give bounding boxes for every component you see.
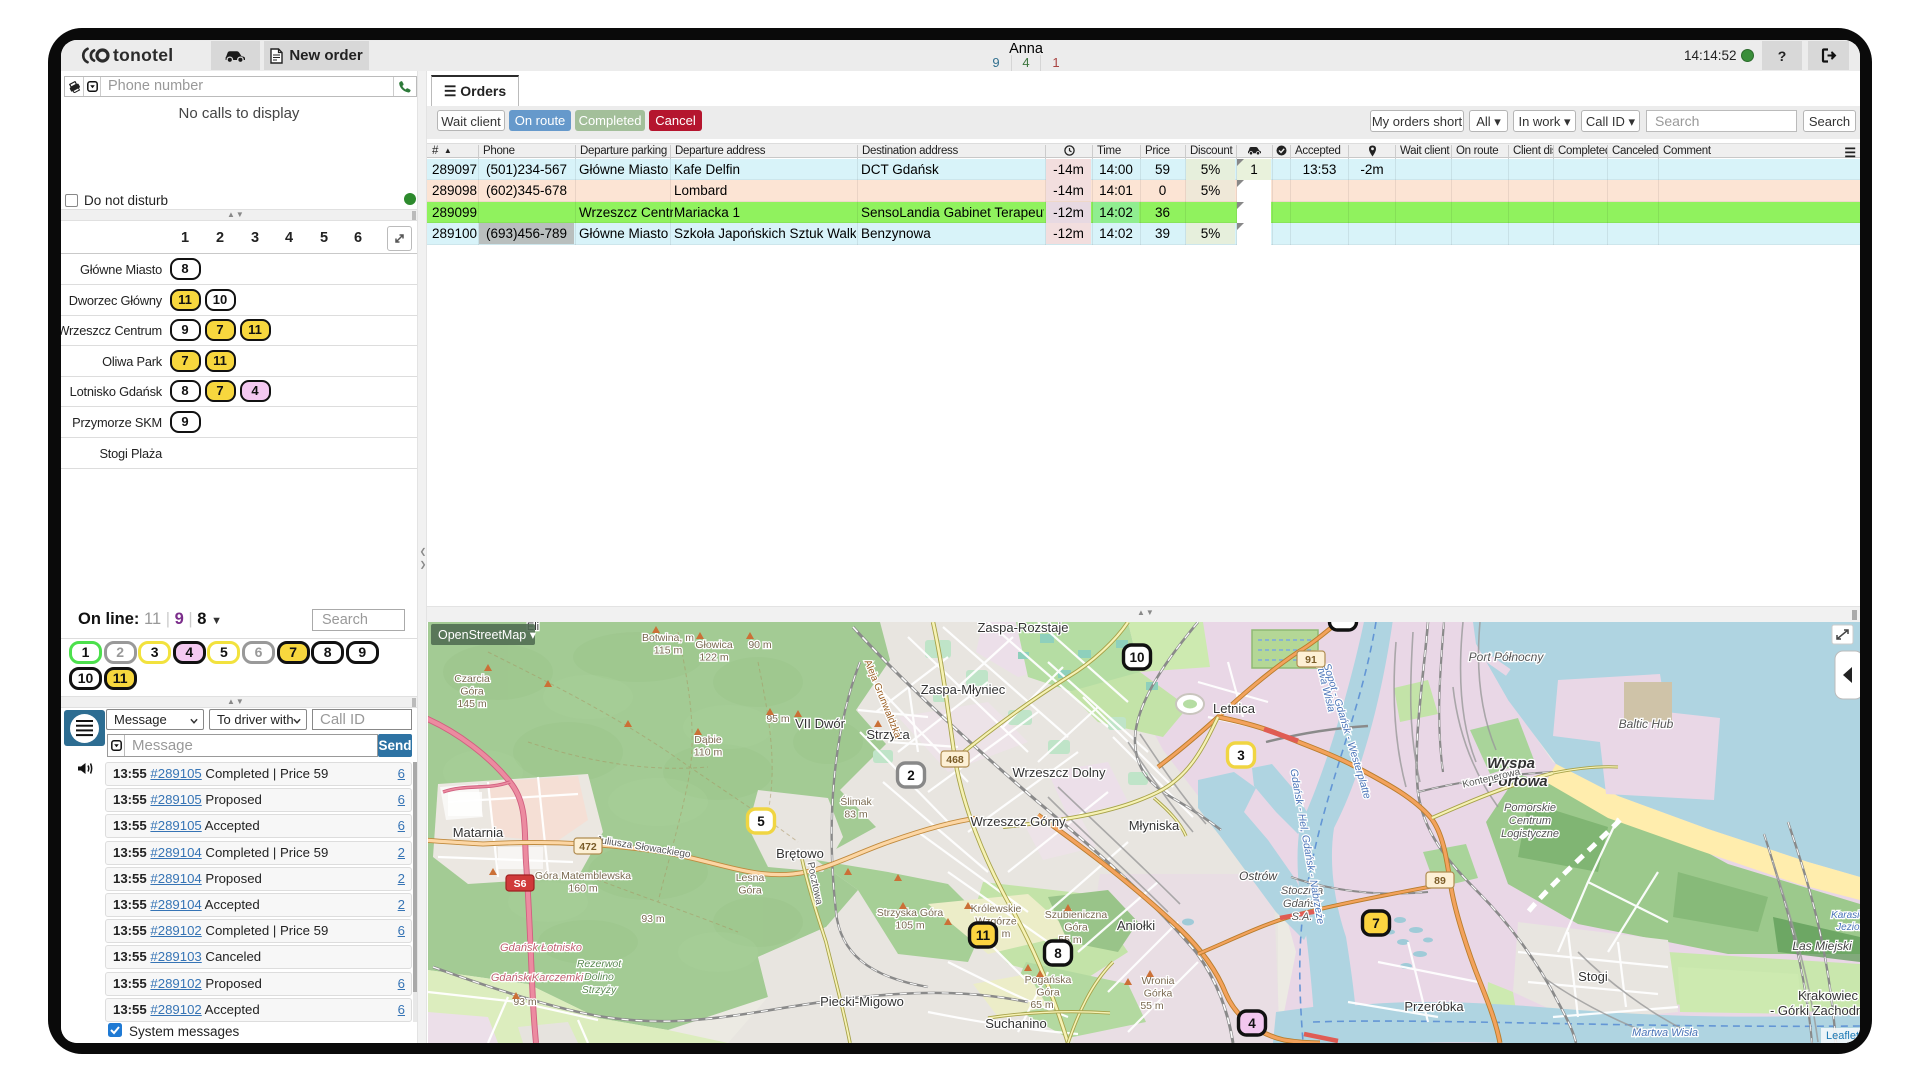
svg-text:Piecki-Migowo: Piecki-Migowo — [820, 994, 904, 1009]
svg-text:Ostrów: Ostrów — [1239, 869, 1278, 883]
svg-text:90 m: 90 m — [748, 639, 772, 651]
svg-text:Dolino: Dolino — [584, 971, 614, 983]
svg-text:105 m: 105 m — [895, 920, 924, 932]
svg-text:Ślimak: Ślimak — [840, 795, 872, 808]
svg-text:Góra: Góra — [460, 686, 484, 698]
svg-text:160 m: 160 m — [568, 883, 597, 895]
svg-text:Martwa Wisła: Martwa Wisła — [1632, 1027, 1698, 1039]
svg-text:10: 10 — [1129, 650, 1144, 665]
svg-text:Suchanino: Suchanino — [985, 1016, 1046, 1031]
svg-text:93 m: 93 m — [641, 913, 665, 925]
svg-text:Krakowiec: Krakowiec — [1798, 988, 1858, 1003]
svg-text:Baltic Hub: Baltic Hub — [1619, 717, 1674, 731]
svg-text:Karasio: Karasio — [1831, 910, 1860, 921]
svg-text:2: 2 — [907, 768, 915, 783]
svg-text:Gdańsk Karczemki: Gdańsk Karczemki — [491, 972, 584, 984]
svg-text:83 m: 83 m — [844, 809, 868, 821]
svg-text:Góra: Góra — [738, 885, 762, 897]
svg-text:115 m: 115 m — [654, 645, 683, 657]
svg-text:55 m: 55 m — [1140, 1000, 1164, 1012]
svg-text:Lesna: Lesna — [736, 872, 765, 884]
svg-text:Jeziork: Jeziork — [1835, 922, 1860, 933]
svg-text:S6: S6 — [514, 878, 527, 890]
svg-text:Brętowo: Brętowo — [776, 846, 824, 861]
svg-text:Góra: Góra — [1036, 987, 1060, 999]
svg-text:5: 5 — [757, 814, 765, 829]
svg-text:Wrzeszcz Górny: Wrzeszcz Górny — [970, 814, 1066, 829]
svg-text:91: 91 — [1305, 654, 1317, 666]
svg-text:Matarnia: Matarnia — [453, 825, 504, 840]
svg-text:11: 11 — [976, 928, 991, 943]
svg-text:Wrzeszcz Dolny: Wrzeszcz Dolny — [1013, 765, 1106, 780]
svg-text:145 m: 145 m — [457, 698, 486, 710]
svg-text:Gdańsk Łotnisko: Gdańsk Łotnisko — [500, 942, 582, 954]
svg-text:Port Północny: Port Północny — [1469, 650, 1545, 664]
svg-text:122 m: 122 m — [699, 652, 728, 664]
svg-text:- Górki Zachodni: - Górki Zachodni — [1770, 1003, 1860, 1018]
svg-text:Czarcia: Czarcia — [454, 673, 490, 685]
svg-text:Góra Matemblewska: Góra Matemblewska — [535, 870, 631, 882]
svg-text:Leaflet: Leaflet — [1826, 1030, 1859, 1042]
svg-text:VII Dwór: VII Dwór — [795, 716, 846, 731]
svg-text:S.A.: S.A. — [1292, 911, 1313, 923]
svg-text:Góra: Góra — [1064, 922, 1088, 934]
svg-text:Pomorskie: Pomorskie — [1504, 802, 1556, 814]
svg-text:Strzyży: Strzyży — [582, 984, 617, 996]
svg-text:8: 8 — [1054, 946, 1062, 961]
svg-text:Stogi: Stogi — [1578, 969, 1608, 984]
svg-text:OpenStreetMap ▾: OpenStreetMap ▾ — [438, 628, 537, 642]
svg-text:472: 472 — [579, 841, 597, 853]
svg-text:Zaspa-Rozstaje: Zaspa-Rozstaje — [977, 622, 1068, 635]
svg-text:Przeróbka: Przeróbka — [1404, 999, 1464, 1014]
svg-text:110 m: 110 m — [694, 747, 723, 759]
svg-text:Strzyska Góra: Strzyska Góra — [877, 907, 944, 919]
svg-text:Las Miejski: Las Miejski — [1792, 939, 1852, 953]
svg-text:Głowica: Głowica — [695, 639, 733, 651]
svg-text:Dąbie: Dąbie — [694, 734, 722, 746]
svg-text:7: 7 — [1372, 916, 1380, 931]
svg-text:Logistyczne: Logistyczne — [1501, 828, 1559, 840]
svg-text:Botwina, m: Botwina, m — [642, 632, 694, 644]
svg-text:Szubieniczna: Szubieniczna — [1045, 909, 1108, 921]
svg-text:3: 3 — [1237, 748, 1245, 763]
svg-text:Młyniska: Młyniska — [1129, 818, 1180, 833]
svg-text:Pogańska: Pogańska — [1025, 974, 1072, 986]
svg-text:4: 4 — [1248, 1016, 1256, 1031]
svg-text:Aniołki: Aniołki — [1117, 918, 1155, 933]
svg-text:Strzyża: Strzyża — [866, 727, 910, 742]
svg-text:Zaspa-Młyniec: Zaspa-Młyniec — [921, 682, 1006, 697]
svg-text:Letnica: Letnica — [1213, 701, 1256, 716]
svg-text:m: m — [1002, 928, 1011, 940]
svg-text:Rezerwot: Rezerwot — [577, 958, 622, 970]
svg-text:Centrum: Centrum — [1509, 815, 1551, 827]
svg-text:89: 89 — [1434, 875, 1446, 887]
svg-text:468: 468 — [946, 754, 964, 766]
svg-text:65 m: 65 m — [1030, 999, 1054, 1011]
svg-text:Górka: Górka — [1144, 988, 1173, 1000]
svg-text:Królewskie: Królewskie — [971, 903, 1022, 915]
